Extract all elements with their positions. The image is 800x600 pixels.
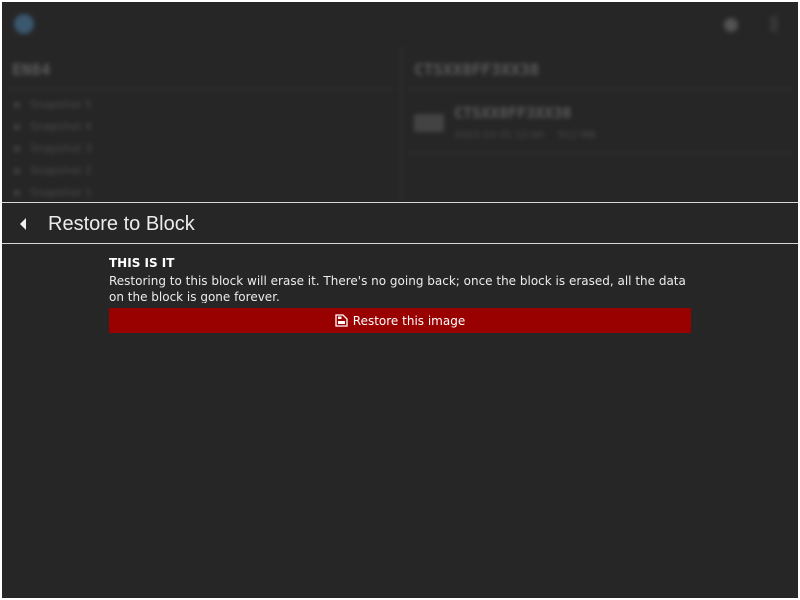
menu-icon bbox=[770, 16, 778, 32]
warning-heading: THIS IS IT bbox=[109, 256, 175, 270]
bullet-icon bbox=[14, 124, 20, 130]
list-item-label: Snapshot 5 bbox=[30, 98, 92, 111]
divider bbox=[8, 88, 394, 90]
back-button[interactable] bbox=[8, 209, 38, 239]
restore-dialog: Restore to Block THIS IS IT Restoring to… bbox=[2, 202, 798, 598]
warning-box: THIS IS IT Restoring to this block will … bbox=[109, 255, 691, 303]
list-item-label: Snapshot 3 bbox=[30, 142, 92, 155]
bullet-icon bbox=[14, 146, 20, 152]
list-item: Snapshot 3 bbox=[14, 138, 92, 160]
file-restore-icon bbox=[335, 314, 348, 327]
back-arrow-icon bbox=[18, 217, 28, 231]
bullet-icon bbox=[14, 168, 20, 174]
card-meta: 2023-10-31 12:00 bbox=[454, 130, 545, 141]
divider bbox=[408, 152, 792, 154]
bullet-icon bbox=[14, 102, 20, 108]
card-title: CTSXX8FF3XX38 bbox=[454, 104, 572, 122]
restore-image-button[interactable]: Restore this image bbox=[109, 308, 691, 333]
left-panel-title: EN84 bbox=[12, 60, 51, 79]
list-item: Snapshot 2 bbox=[14, 160, 92, 182]
app-window: EN84 Snapshot 5 Snapshot 4 Snapshot 3 Sn… bbox=[2, 2, 798, 598]
restore-button-label: Restore this image bbox=[352, 313, 466, 328]
list-item-label: Snapshot 1 bbox=[30, 186, 92, 199]
bullet-icon bbox=[14, 190, 20, 196]
list-item-label: Snapshot 2 bbox=[30, 164, 92, 177]
panel-divider bbox=[400, 46, 402, 202]
settings-icon bbox=[724, 18, 738, 32]
background-topbar bbox=[2, 2, 798, 46]
page-title: Restore to Block bbox=[48, 213, 195, 235]
dialog-header: Restore to Block bbox=[2, 203, 798, 244]
background-app: EN84 Snapshot 5 Snapshot 4 Snapshot 3 Sn… bbox=[2, 2, 798, 202]
card-meta: 512 MB bbox=[558, 130, 596, 141]
app-logo-icon bbox=[14, 14, 34, 34]
right-panel-title: CTSXX8FF3XX38 bbox=[414, 60, 540, 79]
device-icon bbox=[414, 114, 444, 132]
warning-text: Restoring to this block will erase it. T… bbox=[109, 274, 686, 303]
snapshot-list: Snapshot 5 Snapshot 4 Snapshot 3 Snapsho… bbox=[14, 94, 92, 204]
list-item-label: Snapshot 4 bbox=[30, 120, 92, 133]
list-item: Snapshot 4 bbox=[14, 116, 92, 138]
divider bbox=[408, 88, 792, 90]
list-item: Snapshot 1 bbox=[14, 182, 92, 204]
list-item: Snapshot 5 bbox=[14, 94, 92, 116]
